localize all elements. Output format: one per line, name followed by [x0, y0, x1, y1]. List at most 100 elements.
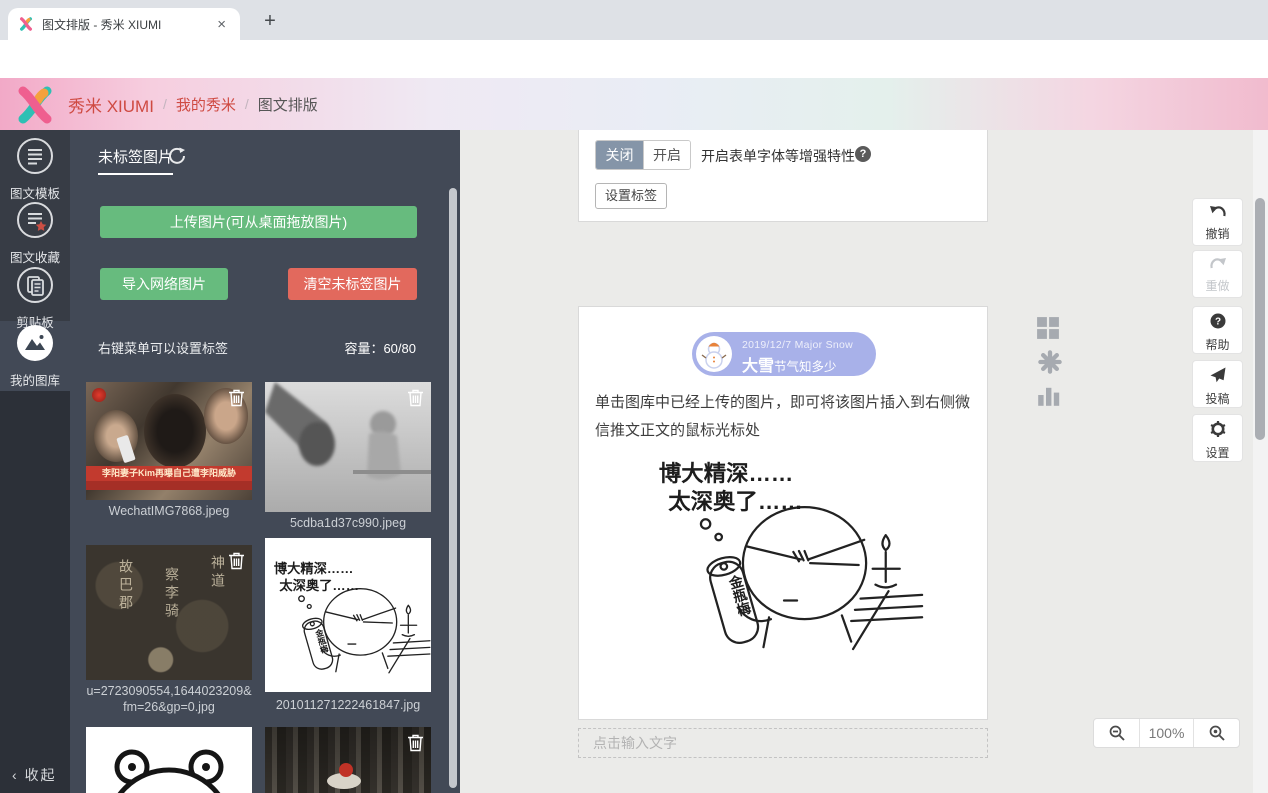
undo-label: 撤销	[1193, 225, 1242, 242]
news-logo-art	[92, 388, 106, 402]
delete-trash-icon[interactable]	[228, 551, 245, 570]
app-header: 秀米 XIUMI / 我的秀米 / 图文排版	[0, 78, 1268, 130]
left-icon-rail: 图文模板 图文收藏 剪贴板 我的图库	[0, 130, 70, 793]
layout-grid-icon[interactable]	[1036, 316, 1060, 340]
page-scrollbar-track[interactable]	[1253, 130, 1268, 793]
badge-title: 大雪节气知多少	[742, 352, 837, 376]
help-circle-icon: ?	[1210, 313, 1226, 329]
toggle-off-button[interactable]: 关闭	[596, 141, 643, 169]
breadcrumb-my-xiumi[interactable]: 我的秀米	[176, 94, 236, 115]
article-content-card: 2019/12/7 Major Snow 大雪节气知多少 单击图库中已经上传的图…	[578, 306, 988, 720]
badge-date: 2019/12/7 Major Snow	[742, 339, 853, 351]
browser-window: 图文排版 - 秀米 XIUMI × + ← → xiumi.us/studio/…	[0, 0, 1268, 793]
article-cartoon-image[interactable]	[644, 449, 924, 654]
breadcrumb-separator: /	[245, 96, 249, 112]
gallery-image-icon	[16, 324, 54, 362]
redo-button[interactable]: 重做	[1192, 250, 1243, 298]
chevron-left-icon: ‹	[12, 767, 19, 783]
sidebar-item-favorites[interactable]: 图文收藏	[0, 201, 70, 266]
browser-toolbar: ← → xiumi.us/studio/v5#/paper/for/new/cu…	[0, 40, 1268, 78]
bear-meme-art	[86, 727, 252, 793]
enhance-toggle: 关闭 开启	[595, 140, 691, 170]
editor-canvas: 关闭 开启 开启表单字体等增强特性 ? 设置标签	[460, 130, 1268, 793]
delete-trash-icon[interactable]	[228, 388, 245, 407]
toggle-on-button[interactable]: 开启	[643, 141, 690, 169]
redo-arrow-icon	[1209, 257, 1227, 270]
upload-image-button[interactable]: 上传图片(可从桌面拖放图片)	[100, 206, 417, 238]
breadcrumb-current: 图文排版	[258, 94, 318, 115]
sidebar-item-clipboard[interactable]: 剪贴板	[0, 266, 70, 331]
template-doc-icon	[16, 137, 54, 175]
set-tag-button[interactable]: 设置标签	[595, 183, 667, 209]
collapse-panel-button[interactable]: ‹ 收起	[12, 765, 57, 785]
gear-icon	[1210, 421, 1226, 437]
news-banner-caption: 李阳妻子Kim再曝自己遭李阳威胁	[86, 466, 252, 481]
page-scrollbar-thumb[interactable]	[1255, 198, 1265, 440]
solar-term-badge[interactable]: 2019/12/7 Major Snow 大雪节气知多少	[692, 332, 876, 376]
zoom-in-icon	[1209, 725, 1225, 741]
thumbnail-image[interactable]	[265, 727, 431, 793]
new-tab-button[interactable]: +	[256, 8, 284, 36]
tab-close-icon[interactable]: ×	[213, 16, 230, 33]
thumbnail-image[interactable]: 李阳妻子Kim再曝自己遭李阳威胁	[86, 382, 252, 500]
breadcrumb-brand[interactable]: 秀米 XIUMI	[68, 92, 154, 117]
thumbnail-image[interactable]: 故巴郡 察李骑 神道	[86, 545, 252, 680]
submit-label: 投稿	[1193, 390, 1242, 407]
delete-trash-icon[interactable]	[407, 733, 424, 752]
tab-untagged-images[interactable]: 未标签图片	[98, 146, 173, 175]
browser-tabstrip: 图文排版 - 秀米 XIUMI × +	[0, 0, 1268, 40]
zoom-out-icon	[1109, 725, 1125, 741]
browser-tab[interactable]: 图文排版 - 秀米 XIUMI ×	[8, 8, 240, 40]
undo-arrow-icon	[1209, 205, 1227, 218]
tab-title: 图文排版 - 秀米 XIUMI	[42, 16, 213, 33]
help-button[interactable]: ? 帮助	[1192, 306, 1243, 354]
zoom-in-button[interactable]	[1193, 719, 1239, 747]
zoom-level-value[interactable]: 100%	[1140, 719, 1193, 747]
decoration-asterisk-icon[interactable]	[1038, 350, 1062, 374]
xiumi-favicon	[18, 16, 34, 32]
undo-button[interactable]: 撤销	[1192, 198, 1243, 246]
article-paragraph[interactable]: 单击图库中已经上传的图片，即可将该图片插入到右侧微信推文正文的鼠标光标处	[595, 389, 975, 445]
stone-inscription-text: 故巴郡	[114, 559, 134, 613]
paper-plane-icon	[1210, 367, 1226, 383]
sidebar-item-gallery[interactable]: 我的图库	[0, 324, 70, 389]
stone-inscription-text: 神道	[206, 555, 226, 591]
delete-trash-icon[interactable]	[407, 388, 424, 407]
help-label: 帮助	[1193, 336, 1242, 353]
editor-settings-card: 关闭 开启 开启表单字体等增强特性 ? 设置标签	[578, 130, 988, 222]
submit-button[interactable]: 投稿	[1192, 360, 1243, 408]
redo-label: 重做	[1193, 277, 1242, 294]
breadcrumb-separator: /	[163, 96, 167, 112]
thumbnail-filename: 5cdba1d37c990.jpeg	[265, 516, 431, 532]
forest-rider-art	[339, 763, 353, 777]
thumbnail-filename: u=2723090554,1644023209&fm=26&gp=0.jpg	[86, 684, 252, 715]
text-input-placeholder[interactable]: 点击输入文字	[578, 728, 988, 758]
settings-button[interactable]: 设置	[1192, 414, 1243, 462]
thumbnail-image[interactable]	[265, 382, 431, 512]
sidebar-item-label: 我的图库	[0, 370, 70, 389]
news-ticker-art	[86, 481, 252, 490]
image-library-panel: 未标签图片 上传图片(可从桌面拖放图片) 导入网络图片 清空未标签图片 右键菜单…	[70, 130, 460, 793]
thumbnail-image[interactable]	[265, 538, 431, 692]
zoom-out-button[interactable]	[1094, 719, 1140, 747]
sidebar-item-templates[interactable]: 图文模板	[0, 137, 70, 202]
import-web-image-button[interactable]: 导入网络图片	[100, 268, 228, 300]
news-face-art	[144, 394, 206, 468]
panel-scrollbar-thumb[interactable]	[449, 188, 457, 788]
sidebar-item-label: 图文收藏	[0, 247, 70, 266]
help-question-icon[interactable]: ?	[855, 146, 871, 162]
bar-chart-icon[interactable]	[1037, 383, 1061, 407]
thumbnail-filename: 201011271222461847.jpg	[265, 698, 431, 714]
thumbnail-image[interactable]	[86, 727, 252, 793]
badge-title-strong: 大雪	[742, 358, 774, 375]
refresh-icon[interactable]	[168, 147, 186, 165]
canvas-zoom-control: 100%	[1093, 718, 1240, 748]
snowman-icon	[696, 336, 732, 372]
clear-untagged-button[interactable]: 清空未标签图片	[288, 268, 417, 300]
capacity-counter: 容量：60/80	[344, 338, 416, 357]
favorites-star-doc-icon	[16, 201, 54, 239]
badge-title-rest: 节气知多少	[774, 360, 837, 374]
clipboard-icon	[16, 266, 54, 304]
xiumi-logo[interactable]	[13, 83, 57, 127]
stone-inscription-text: 察李骑	[160, 567, 180, 621]
